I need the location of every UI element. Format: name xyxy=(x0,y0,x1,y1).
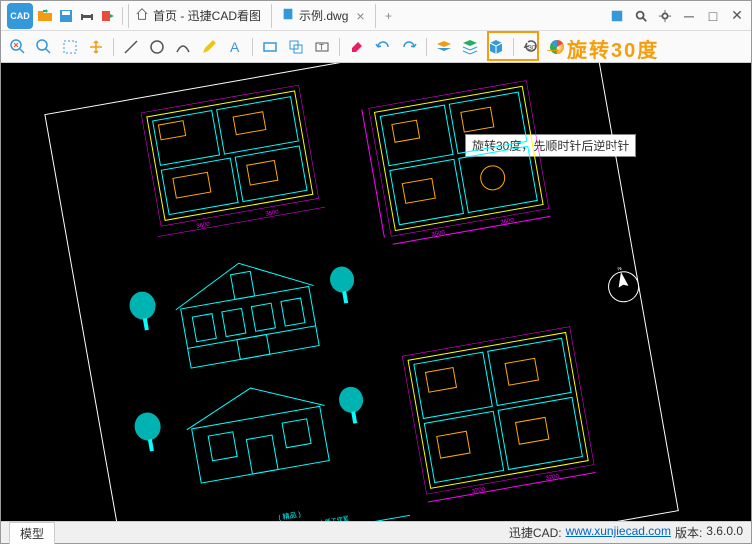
app-logo: CAD xyxy=(7,3,33,29)
move-tool-icon[interactable]: T xyxy=(311,36,333,58)
erase-tool-icon[interactable] xyxy=(346,36,368,58)
tab-file-label: 示例.dwg xyxy=(299,7,348,24)
theme-icon[interactable] xyxy=(609,8,625,24)
svg-text:A: A xyxy=(230,39,240,55)
tab-file[interactable]: 示例.dwg × xyxy=(275,4,376,28)
file-icon xyxy=(281,7,295,24)
tab-home[interactable]: 首页 - 迅捷CAD看图 xyxy=(128,4,272,28)
brand-label: 迅捷CAD: xyxy=(509,524,562,541)
cad-drawing: 3600 3500 xyxy=(23,63,696,521)
copy-tool-icon[interactable] xyxy=(285,36,307,58)
minimize-button[interactable]: ─ xyxy=(681,8,697,24)
svg-text:T: T xyxy=(319,43,324,52)
zoom-icon[interactable] xyxy=(633,8,649,24)
layer-manage-icon[interactable] xyxy=(459,36,481,58)
drawing-canvas[interactable]: 旋转30度，先顺时针后逆时针 360 xyxy=(1,63,751,521)
text-tool-icon[interactable]: A xyxy=(224,36,246,58)
arc-tool-icon[interactable] xyxy=(172,36,194,58)
version-value: 3.6.0.0 xyxy=(706,524,743,541)
separator xyxy=(113,38,114,56)
status-right: 迅捷CAD: www.xunjiecad.com 版本: 3.6.0.0 xyxy=(509,524,743,541)
redo-icon[interactable] xyxy=(398,36,420,58)
separator xyxy=(252,38,253,56)
title-bar: CAD 首页 - 迅捷CAD看图 示例.dwg × + ─ □ ✕ xyxy=(1,1,751,31)
zoom-window-icon[interactable] xyxy=(33,36,55,58)
pan-icon[interactable] xyxy=(85,36,107,58)
version-label: 版本: xyxy=(675,524,702,541)
close-button[interactable]: ✕ xyxy=(729,8,745,24)
undo-icon[interactable] xyxy=(372,36,394,58)
print-icon[interactable] xyxy=(78,7,96,25)
app-window: CAD 首页 - 迅捷CAD看图 示例.dwg × + ─ □ ✕ xyxy=(0,0,752,544)
tab-add-button[interactable]: + xyxy=(379,9,399,23)
separator xyxy=(122,7,123,25)
rotate-highlight-box xyxy=(487,31,539,61)
settings-icon[interactable] xyxy=(657,8,673,24)
select-region-icon[interactable] xyxy=(59,36,81,58)
separator xyxy=(426,38,427,56)
toolbar: A T 30 → 旋转30度 xyxy=(1,31,751,63)
save-icon[interactable] xyxy=(57,7,75,25)
line-tool-icon[interactable] xyxy=(120,36,142,58)
zoom-extents-icon[interactable] xyxy=(7,36,29,58)
edit-tool-icon[interactable] xyxy=(198,36,220,58)
separator xyxy=(339,38,340,56)
annotation: → 旋转30度 xyxy=(543,34,659,63)
annotation-text: 旋转30度 xyxy=(567,34,659,63)
export-icon[interactable] xyxy=(99,7,117,25)
layer-icon[interactable] xyxy=(433,36,455,58)
website-link[interactable]: www.xunjiecad.com xyxy=(566,524,671,541)
open-folder-icon[interactable] xyxy=(36,7,54,25)
tab-home-label: 首页 - 迅捷CAD看图 xyxy=(153,7,261,24)
tab-close-icon[interactable]: × xyxy=(356,8,364,24)
maximize-button[interactable]: □ xyxy=(705,8,721,24)
rect-tool-icon[interactable] xyxy=(259,36,281,58)
model-tab[interactable]: 模型 xyxy=(9,522,55,544)
circle-tool-icon[interactable] xyxy=(146,36,168,58)
home-icon xyxy=(135,7,149,24)
status-bar: 模型 迅捷CAD: www.xunjiecad.com 版本: 3.6.0.0 xyxy=(1,521,751,543)
arrow-icon: → xyxy=(543,37,563,60)
window-controls: ─ □ ✕ xyxy=(609,8,745,24)
